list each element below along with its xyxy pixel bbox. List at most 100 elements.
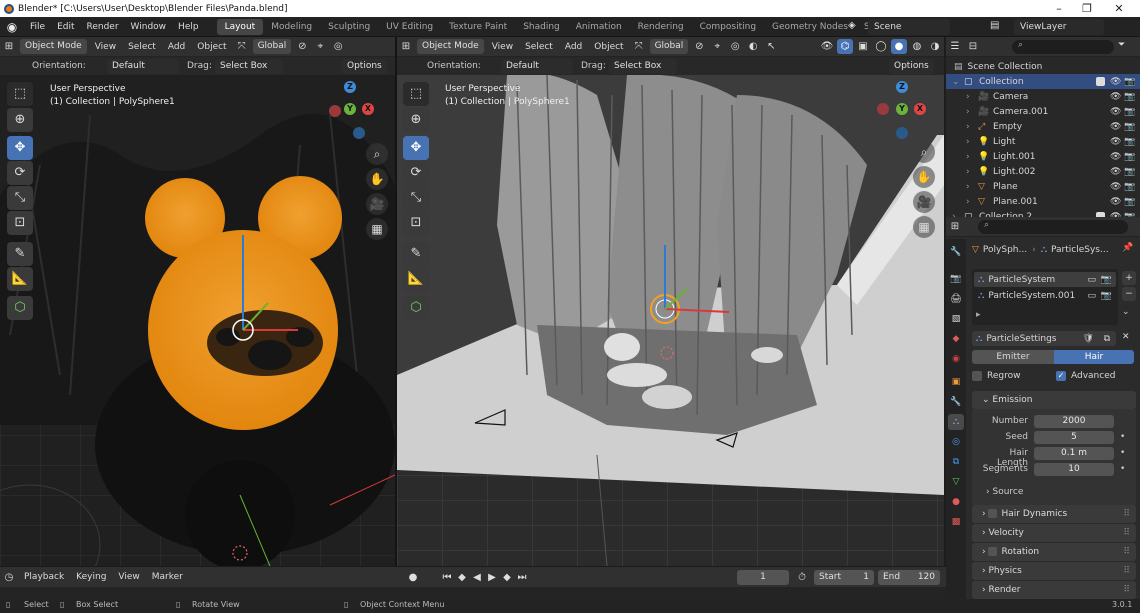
menu-add[interactable]: Add <box>162 42 191 52</box>
orientation-selector[interactable]: Default <box>107 58 179 74</box>
breadcrumb-object[interactable]: PolySph... <box>983 245 1027 255</box>
tab-rendering[interactable]: Rendering <box>630 19 692 35</box>
panel-enable-checkbox[interactable] <box>988 509 998 518</box>
render-toggle-icon[interactable]: 📷 <box>1101 291 1112 301</box>
transform-tool-icon[interactable]: ⊡ <box>403 211 429 235</box>
render-camera-icon[interactable]: 📷 <box>1124 92 1135 102</box>
pan-hand-icon[interactable]: ✋ <box>913 166 935 188</box>
tab-compositing[interactable]: Compositing <box>692 19 764 35</box>
gizmo-y-axis[interactable]: Y <box>344 103 356 115</box>
viewport-right[interactable]: ⊞ Object Mode View Select Add Object ⤧ G… <box>397 37 944 566</box>
expand-arrow-icon[interactable]: › <box>966 137 970 147</box>
mode-selector[interactable]: Object Mode <box>417 39 484 54</box>
tab-layout[interactable]: Layout <box>216 18 264 35</box>
drag-handle-icon[interactable]: ⠿ <box>1123 581 1130 599</box>
move-tool-icon[interactable]: ✥ <box>7 136 33 160</box>
gizmo-z-axis[interactable]: Z <box>344 81 356 93</box>
outliner-item[interactable]: › 💡 Light.001 👁 📷 <box>946 149 1140 164</box>
visibility-eye-icon[interactable]: 👁 <box>1110 77 1121 87</box>
camera-view-icon[interactable]: 🎥 <box>366 193 388 215</box>
view-layer-tab-icon[interactable]: ▧ <box>948 311 964 327</box>
blender-menu-icon[interactable]: ◉ <box>5 20 19 34</box>
object-visibility-icon[interactable]: ◐ <box>745 39 761 54</box>
regrow-checkbox-box[interactable] <box>972 370 982 381</box>
outliner-item[interactable]: › ▢ Collection 2 👁 📷 <box>946 209 1140 217</box>
current-frame-field[interactable]: 1 <box>737 569 789 585</box>
gizmo-neg-z-axis[interactable] <box>896 127 908 139</box>
select-tool-icon[interactable]: ⬚ <box>403 82 429 106</box>
options-button[interactable]: Options <box>342 58 387 74</box>
visibility-eye-icon[interactable]: 👁 <box>1110 197 1121 207</box>
gizmo-x-axis[interactable]: X <box>914 103 926 115</box>
snap-icon[interactable]: ⌖ <box>709 39 725 54</box>
panel-header[interactable]: › Velocity ⠿ <box>972 524 1136 542</box>
maximize-button[interactable]: ❐ <box>1073 1 1101 16</box>
type-hair-button[interactable]: Hair <box>1054 350 1134 364</box>
menu-object[interactable]: Object <box>191 42 232 52</box>
keyframe-dot-icon[interactable]: • <box>1120 464 1125 474</box>
emission-panel-header[interactable]: ⌄ Emission <box>972 391 1136 409</box>
drag-handle-icon[interactable]: ⠿ <box>1123 562 1130 580</box>
drag-handle-icon[interactable]: ⠿ <box>1123 543 1130 561</box>
visibility-eye-icon[interactable]: 👁 <box>1110 122 1121 132</box>
render-camera-icon[interactable]: 📷 <box>1124 182 1135 192</box>
wireframe-shading-icon[interactable]: ◯ <box>873 39 889 54</box>
xray-icon[interactable]: ▣ <box>855 39 871 54</box>
duplicate-icon[interactable]: ⧉ <box>1104 334 1110 344</box>
outliner-item[interactable]: › 💡 Light 👁 📷 <box>946 134 1140 149</box>
exclude-checkbox[interactable] <box>1096 77 1105 86</box>
scale-tool-icon[interactable]: ⤡ <box>403 186 429 210</box>
display-mode-icon[interactable]: ⊟ <box>965 39 981 54</box>
expand-arrow-icon[interactable]: › <box>966 152 970 162</box>
scene-tab-icon[interactable]: ◆ <box>948 331 964 347</box>
render-camera-icon[interactable]: 📷 <box>1124 137 1135 147</box>
menu-view[interactable]: View <box>486 42 519 52</box>
gizmo-neg-x-axis[interactable] <box>329 105 341 117</box>
material-tab-icon[interactable]: ● <box>948 494 964 510</box>
output-tab-icon[interactable]: 🖨 <box>948 291 964 307</box>
render-camera-icon[interactable]: 📷 <box>1124 167 1135 177</box>
add-cube-tool-icon[interactable]: ⬡ <box>403 296 429 320</box>
timeline-view-menu[interactable]: View <box>112 572 145 582</box>
drag-selector[interactable]: Select Box <box>609 58 677 74</box>
zoom-icon[interactable]: ⌕ <box>366 143 388 165</box>
render-camera-icon[interactable]: 📷 <box>1124 197 1135 207</box>
visibility-eye-icon[interactable]: 👁 <box>1110 182 1121 192</box>
navigation-gizmo[interactable]: Z Y X <box>877 81 927 141</box>
minimize-button[interactable]: – <box>1045 1 1073 16</box>
measure-tool-icon[interactable]: 📐 <box>403 267 429 291</box>
menu-render[interactable]: Render <box>81 22 125 32</box>
outliner-item[interactable]: › ⤢ Empty 👁 📷 <box>946 119 1140 134</box>
viewport-left[interactable]: ⊞ Object Mode View Select Add Object ⤧ G… <box>0 37 395 566</box>
type-emitter-button[interactable]: Emitter <box>972 350 1054 364</box>
outliner-item[interactable]: › 🎥 Camera 👁 📷 <box>946 89 1140 104</box>
advanced-checkbox-box[interactable]: ✓ <box>1056 370 1066 381</box>
drag-handle-icon[interactable]: ⠿ <box>1123 524 1130 542</box>
outliner-search-input[interactable]: ⌕ <box>1012 40 1114 54</box>
menu-help[interactable]: Help <box>172 22 205 32</box>
solid-shading-icon[interactable]: ● <box>891 39 907 54</box>
scene-collection-row[interactable]: ▤ Scene Collection <box>954 59 1042 74</box>
pin-icon[interactable]: 📌 <box>1122 243 1133 253</box>
annotate-tool-icon[interactable]: ✎ <box>7 242 33 266</box>
orientation-selector[interactable]: Default <box>501 58 573 74</box>
visibility-eye-icon[interactable]: 👁 <box>1110 167 1121 177</box>
annotate-tool-icon[interactable]: ✎ <box>403 242 429 266</box>
outliner-item[interactable]: › 💡 Light.002 👁 📷 <box>946 164 1140 179</box>
expand-arrow-icon[interactable]: › <box>966 107 970 117</box>
modifier-tab-icon[interactable]: 🔧 <box>948 394 964 410</box>
menu-select[interactable]: Select <box>519 42 559 52</box>
selectability-icon[interactable]: ↖ <box>763 39 779 54</box>
keyframe-dot-icon[interactable]: • <box>1120 432 1125 442</box>
render-shading-icon[interactable]: ◑ <box>927 39 943 54</box>
render-camera-icon[interactable]: 📷 <box>1124 107 1135 117</box>
expand-arrow-icon[interactable]: › <box>966 167 970 177</box>
expand-arrow-icon[interactable]: › <box>966 197 970 207</box>
visibility-eye-icon[interactable]: 👁 <box>1110 92 1121 102</box>
menu-select[interactable]: Select <box>122 42 162 52</box>
material-shading-icon[interactable]: ◍ <box>909 39 925 54</box>
render-camera-icon[interactable]: 📷 <box>1124 77 1135 87</box>
slot-menu-icon[interactable]: ⌄ <box>1122 307 1130 317</box>
menu-window[interactable]: Window <box>125 22 173 32</box>
editor-type-icon[interactable]: ☰ <box>947 39 963 54</box>
